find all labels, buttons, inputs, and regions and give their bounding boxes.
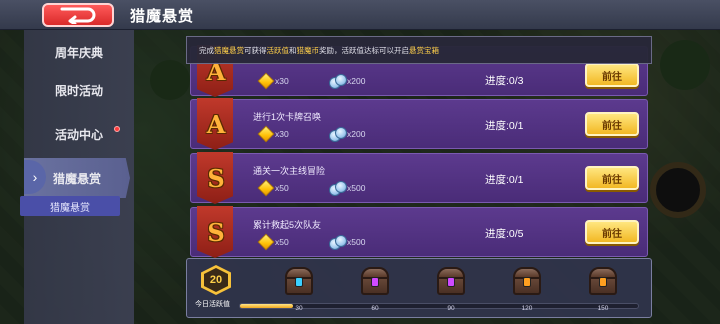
info-notice: 完成猎魔悬赏可获得活跃值和猎魔币奖励，活跃值达标可以开启悬赏宝箱 — [186, 36, 652, 64]
sidebar-item-anniversary[interactable]: 周年庆典 — [24, 32, 134, 72]
activity-cube-icon — [257, 179, 275, 197]
back-arrow-icon — [60, 7, 96, 24]
sidebar-item-label: 猎魔悬赏 — [52, 171, 101, 186]
chest-threshold-label: 120 — [521, 305, 533, 312]
reward-chest[interactable] — [357, 265, 393, 299]
task-row: S 累计救起5次队友 x50 x500 进度:0/5 前往 — [190, 206, 648, 258]
task-progress: 进度:0/3 — [485, 75, 524, 87]
chest-threshold-label: 90 — [447, 305, 455, 312]
reward-coins: x200 — [329, 74, 365, 89]
chest-threshold-label: 150 — [597, 305, 609, 312]
task-description: 通关一次主线冒险 — [253, 166, 326, 176]
back-button[interactable] — [42, 3, 114, 27]
reward-cube: x30 — [257, 72, 289, 90]
reward-coins: x200 — [329, 127, 365, 142]
activity-cube-icon — [257, 233, 275, 251]
sidebar-item-label: 活动中心 — [54, 127, 103, 142]
task-progress: 进度:0/1 — [485, 174, 524, 186]
grade-letter: A — [206, 110, 226, 139]
activity-progress-bar: 20 今日活跃值 30 60 90 120 150 — [186, 258, 652, 318]
grade-letter: S — [207, 218, 225, 247]
reward-chest[interactable] — [585, 265, 621, 299]
go-button[interactable]: 前往 — [585, 63, 639, 87]
activity-cube-icon — [257, 125, 275, 143]
sidebar-item-label: 限时活动 — [54, 83, 103, 98]
sidebar-item-activity-center[interactable]: 活动中心 — [24, 114, 134, 154]
task-progress: 进度:0/1 — [485, 120, 524, 132]
reward-chest[interactable] — [281, 265, 317, 299]
go-button[interactable]: 前往 — [585, 166, 639, 190]
today-activity-value: 20 — [204, 268, 228, 292]
reward-cube: x50 — [257, 233, 289, 251]
task-description: 进行1次卡牌召唤 — [253, 112, 322, 122]
page-title: 猎魔悬赏 — [130, 8, 195, 25]
chest-threshold-label: 30 — [295, 305, 303, 312]
reward-cube: x30 — [257, 125, 289, 143]
sidebar-subitem-label: 猎魔悬赏 — [50, 202, 90, 214]
chest-threshold-label: 60 — [371, 305, 379, 312]
reward-chest[interactable] — [509, 265, 545, 299]
grade-letter: S — [207, 164, 225, 193]
task-progress: 进度:0/5 — [485, 228, 524, 240]
demon-coin-icon — [329, 127, 347, 142]
task-row: A 进行1次卡牌召唤 x30 x200 进度:0/1 前往 — [190, 98, 648, 150]
task-description: 累计救起5次队友 — [253, 220, 322, 230]
joystick-ring — [650, 162, 706, 218]
activity-cube-icon — [257, 72, 275, 90]
top-bar: 猎魔悬赏 — [0, 0, 720, 30]
demon-coin-icon — [329, 235, 347, 250]
sidebar-item-limited[interactable]: 限时活动 — [24, 70, 134, 110]
task-row: S 通关一次主线冒险 x50 x500 进度:0/1 前往 — [190, 152, 648, 204]
sidebar-item-label: 周年庆典 — [54, 45, 103, 60]
sidebar-subitem-demon-bounty[interactable]: 猎魔悬赏 — [20, 196, 120, 216]
go-button[interactable]: 前往 — [585, 220, 639, 244]
reward-coins: x500 — [329, 181, 365, 196]
activity-badge: 20 — [201, 265, 231, 295]
demon-coin-icon — [329, 74, 347, 89]
reward-cube: x50 — [257, 179, 289, 197]
reward-chest[interactable] — [433, 265, 469, 299]
today-activity-label: 今日活跃值 — [195, 301, 230, 308]
go-button[interactable]: 前往 — [585, 112, 639, 136]
notification-dot — [114, 126, 120, 132]
demon-coin-icon — [329, 181, 347, 196]
reward-coins: x500 — [329, 235, 365, 250]
